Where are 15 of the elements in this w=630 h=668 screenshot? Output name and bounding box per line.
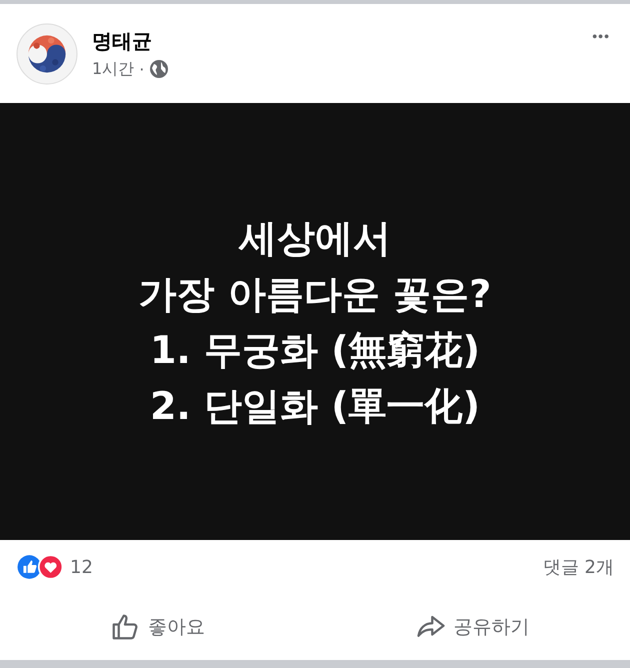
share-button[interactable]: 공유하기: [315, 604, 630, 650]
more-button[interactable]: •••: [588, 28, 614, 44]
image-text: 1. 무궁화 (無窮花): [150, 326, 480, 374]
thumbs-up-icon: [110, 612, 140, 642]
like-button[interactable]: 좋아요: [0, 604, 315, 650]
reaction-count[interactable]: 12: [70, 556, 93, 578]
image-text: 세상에서: [239, 214, 391, 262]
image-text: 가장 아름다운 꽃은?: [138, 270, 492, 318]
like-reaction-icon: [16, 554, 64, 580]
separator: ·: [139, 60, 144, 78]
globe-icon: [149, 59, 170, 79]
image-text: 2. 단일화 (單一化): [150, 382, 480, 430]
comment-count[interactable]: 댓글 2개: [542, 555, 614, 579]
author-name[interactable]: 명태균: [92, 28, 574, 54]
post-time[interactable]: 1시간: [92, 58, 134, 80]
